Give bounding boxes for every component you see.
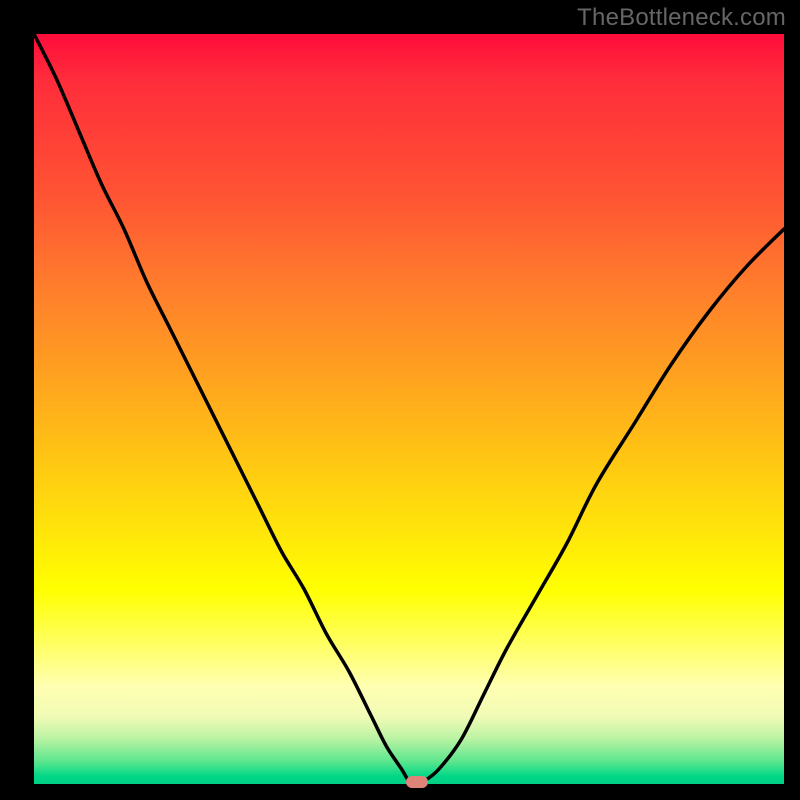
chart-stage: TheBottleneck.com <box>0 0 800 800</box>
watermark-text: TheBottleneck.com <box>577 4 786 32</box>
bottleneck-curve <box>34 34 784 783</box>
plot-area <box>34 34 784 784</box>
curve-svg <box>34 34 784 784</box>
optimal-point-marker <box>406 776 428 788</box>
